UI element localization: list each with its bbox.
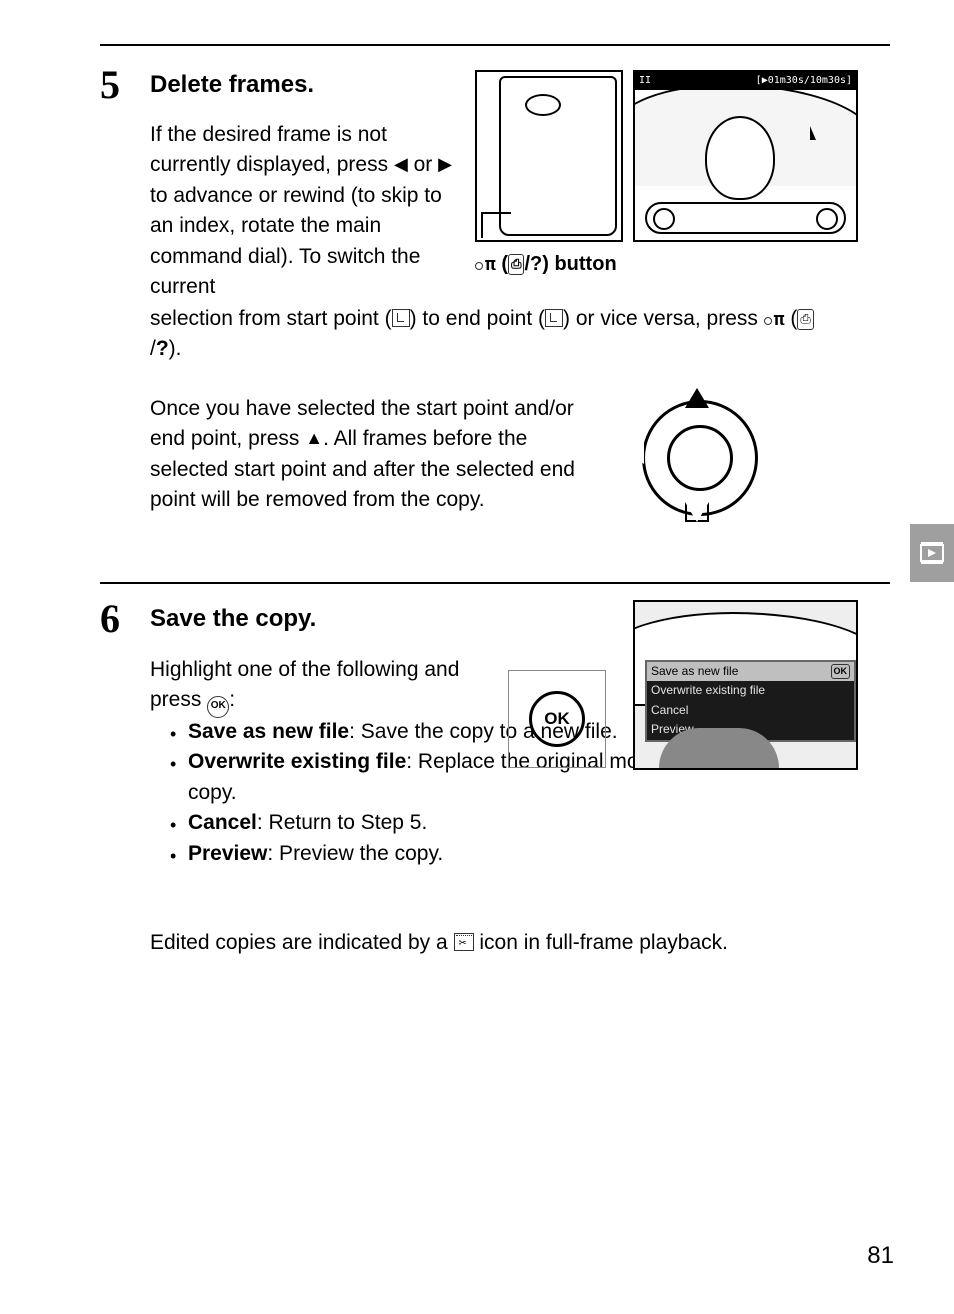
option-label: Save as new file — [188, 720, 349, 743]
question-icon: ? — [530, 253, 542, 275]
list-item: Cancel: Return to Step 5. — [170, 808, 840, 838]
list-item: Preview: Preview the copy. — [170, 839, 840, 869]
step-6-paragraph-2: Edited copies are indicated by a icon in… — [150, 928, 850, 958]
step-6-heading: Save the copy. — [150, 602, 316, 637]
step-5-paragraph-1a: If the desired frame is not currently di… — [150, 120, 460, 303]
text: selection from start point ( — [150, 307, 392, 330]
text: or — [408, 153, 438, 176]
key-icon: π — [475, 253, 496, 275]
text: ) or vice versa, press — [563, 307, 764, 330]
text: ) button — [542, 253, 616, 275]
top-rule — [100, 44, 890, 46]
lcd-bar-left: II — [639, 74, 651, 89]
start-point-icon — [392, 309, 410, 327]
mid-rule — [100, 582, 890, 584]
up-triangle-icon: ▲ — [305, 425, 323, 451]
figure-caption: π (⎙/?) button — [475, 250, 617, 279]
help-format-icon: ⎙ — [508, 254, 524, 275]
menu-selected: Save as new file — [651, 663, 738, 680]
camera-illustration — [475, 70, 623, 242]
text: If the desired frame is not currently di… — [150, 123, 394, 176]
text: to advance or rewind (to skip to an inde… — [150, 184, 442, 298]
multi-selector-illustration — [622, 390, 792, 520]
option-text: : Return to Step 5. — [257, 811, 427, 834]
question-icon: ? — [156, 337, 169, 360]
step-number-5: 5 — [100, 56, 120, 114]
option-label: Cancel — [188, 811, 257, 834]
save-menu-illustration: Save as new file OK Overwrite existing fi… — [633, 600, 858, 770]
step-5-paragraph-2: Once you have selected the start point a… — [150, 394, 590, 516]
ok-button-icon: OK — [207, 696, 229, 718]
option-label: Overwrite existing file — [188, 750, 406, 773]
menu-option: Cancel — [647, 701, 854, 720]
step-5-heading: Delete frames. — [150, 68, 314, 103]
menu-option: Overwrite existing file — [647, 681, 854, 700]
text: : — [229, 688, 235, 711]
step-6-paragraph-1: Highlight one of the following and press… — [150, 655, 460, 716]
left-triangle-icon: ◀ — [394, 151, 408, 177]
end-point-icon — [545, 309, 563, 327]
manual-page: 5 Delete frames. If the desired frame is… — [0, 0, 954, 1314]
right-triangle-icon: ▶ — [438, 151, 452, 177]
section-tab-movie-icon — [910, 524, 954, 582]
option-text: : Preview the copy. — [267, 842, 443, 865]
help-format-icon: ⎙ — [797, 309, 813, 330]
ok-label: OK — [544, 707, 570, 732]
step-5-paragraph-1b: selection from start point ( ) to end poi… — [150, 304, 830, 365]
option-label: Preview — [188, 842, 267, 865]
text: Edited copies are indicated by a — [150, 931, 454, 954]
text: ( — [496, 253, 508, 275]
page-number: 81 — [867, 1239, 894, 1274]
key-icon: π — [764, 307, 785, 330]
step-number-6: 6 — [100, 590, 120, 648]
text: ) to end point ( — [410, 307, 545, 330]
menu-ok-badge: OK — [831, 664, 851, 679]
lcd-bar-right: [▶01m30s/10m30s] — [756, 74, 852, 89]
ok-button-illustration: OK — [508, 670, 606, 768]
text: Highlight one of the following and press — [150, 658, 459, 711]
text: ). — [169, 337, 182, 360]
edited-movie-icon — [454, 933, 474, 951]
text: ( — [785, 307, 798, 330]
text: icon in full-frame playback. — [474, 931, 728, 954]
lcd-preview-illustration: II [▶01m30s/10m30s] — [633, 70, 858, 242]
